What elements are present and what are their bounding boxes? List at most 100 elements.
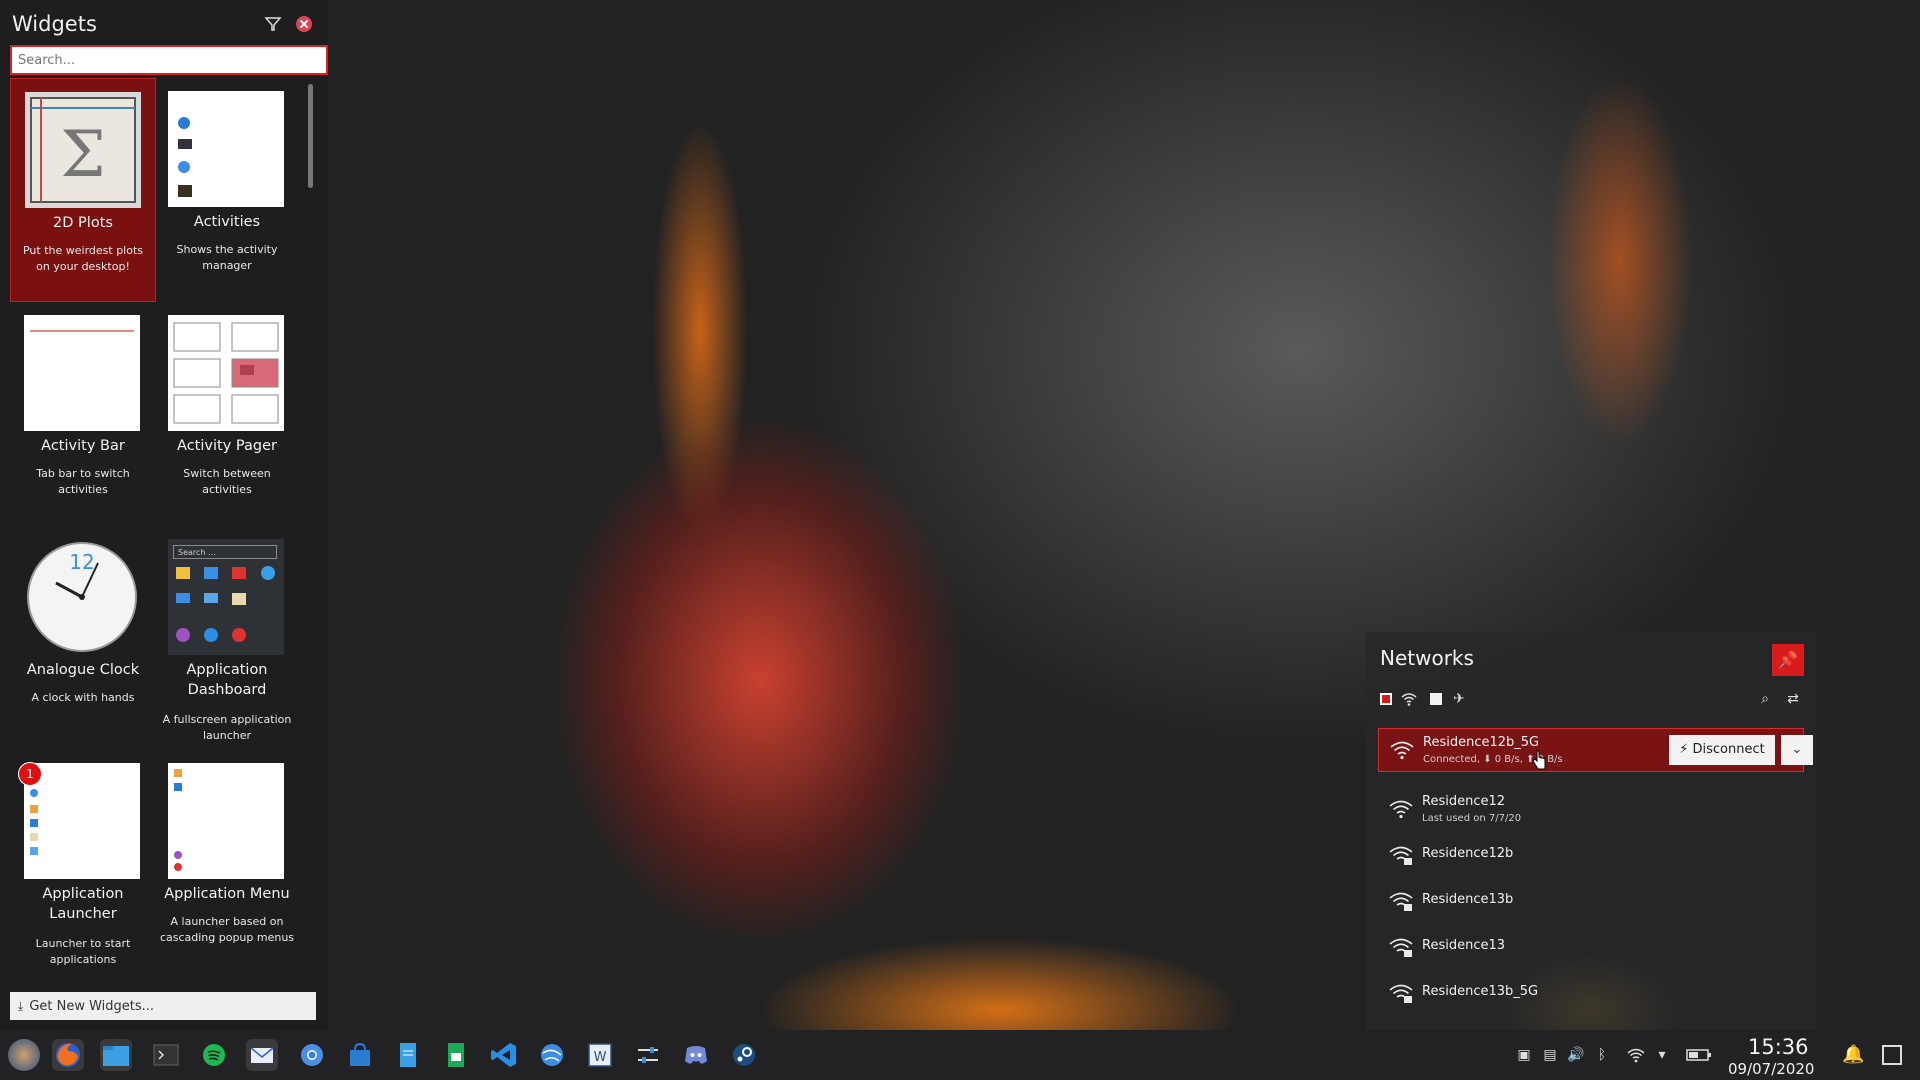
clock-icon: 12 — [27, 542, 137, 652]
widget-activity-pager[interactable]: Activity Pager Switch between activities — [154, 302, 300, 526]
thunderbird-icon[interactable] — [246, 1039, 278, 1071]
mobile-toggle-checkbox[interactable] — [1430, 693, 1442, 705]
chevron-down-icon[interactable]: ▾ — [1652, 1045, 1672, 1065]
2d-plots-thumbnail: Σ — [25, 92, 141, 208]
wifi-signal-icon — [1389, 800, 1413, 819]
writer-glyph: W — [588, 1043, 612, 1067]
bag-glyph — [350, 1042, 370, 1066]
firefox-icon[interactable] — [52, 1039, 84, 1071]
pin-icon[interactable]: 📌 — [1772, 644, 1804, 676]
close-icon[interactable] — [296, 16, 312, 32]
sliders-glyph — [638, 1047, 658, 1063]
application-launcher-thumbnail — [24, 763, 140, 879]
application-dashboard-thumbnail: Search ... — [168, 539, 284, 655]
vscode-icon[interactable] — [488, 1039, 520, 1071]
widget-desc: A clock with hands — [31, 691, 135, 704]
steam-icon[interactable] — [728, 1039, 760, 1071]
discover-icon[interactable] — [344, 1039, 376, 1071]
chevron-down-icon[interactable]: ⌄ — [1781, 735, 1813, 765]
network-item-residence13[interactable]: Residence13 — [1378, 926, 1804, 970]
menu-list-icon — [174, 769, 182, 871]
widget-name: Analogue Clock — [26, 662, 140, 678]
firefox-glyph — [56, 1043, 80, 1067]
svg-text:W: W — [594, 1050, 607, 1065]
globe-glyph — [541, 1044, 563, 1066]
libreoffice-calc-icon[interactable] — [440, 1039, 472, 1071]
discord-glyph — [685, 1046, 707, 1064]
wps-writer-icon[interactable]: W — [584, 1039, 616, 1071]
show-desktop-icon[interactable] — [1882, 1045, 1902, 1065]
airplane-mode-icon[interactable]: ✈ — [1450, 690, 1468, 708]
notification-badge: 1 — [18, 762, 42, 786]
discord-icon[interactable] — [680, 1039, 712, 1071]
activities-list-icon — [178, 117, 192, 197]
get-new-widgets-button[interactable]: ⤓ Get New Widgets... — [10, 992, 316, 1020]
vscode-glyph — [491, 1043, 516, 1067]
wired-toggle-checkbox[interactable] — [1380, 693, 1392, 705]
wifi-toggle-icon[interactable] — [1400, 690, 1418, 708]
bluetooth-icon[interactable]: ᛒ — [1592, 1045, 1612, 1065]
network-name: Residence12b — [1422, 846, 1514, 861]
widget-desc: Tab bar to switch activities — [36, 467, 130, 496]
system-settings-icon[interactable] — [632, 1039, 664, 1071]
widget-desc: A launcher based on cascading popup menu… — [159, 915, 295, 944]
battery-icon[interactable] — [1686, 1045, 1712, 1065]
filter-icon[interactable] — [264, 15, 282, 33]
wifi-locked-icon — [1389, 846, 1413, 865]
application-menu-thumbnail — [168, 763, 284, 879]
wifi-locked-icon — [1389, 938, 1413, 957]
settings-icon[interactable]: ⇄ — [1784, 690, 1802, 708]
spreadsheet-glyph — [448, 1043, 464, 1067]
activity-bar-icon — [30, 330, 134, 332]
disconnect-label: Disconnect — [1692, 742, 1765, 757]
activity-pager-icon — [173, 322, 279, 424]
kate-icon[interactable] — [392, 1039, 424, 1071]
scrollbar[interactable] — [308, 84, 313, 188]
clock-time[interactable]: 15:36 — [1748, 1035, 1809, 1059]
widgets-search-input[interactable] — [10, 45, 328, 75]
widget-application-dashboard[interactable]: Search ... Application Dashboard A fulls… — [154, 526, 300, 750]
widget-name: Application Dashboard — [186, 662, 268, 698]
steam-glyph — [733, 1044, 755, 1066]
wifi-locked-icon — [1389, 892, 1413, 911]
chromium-glyph — [301, 1044, 323, 1066]
launcher-list-icon — [30, 789, 38, 855]
network-item-residence12b-5g[interactable]: Residence12b_5G Connected, ⬇ 0 B/s, ⬆ 0 … — [1378, 728, 1813, 772]
notifications-bell-icon[interactable]: 🔔 — [1842, 1044, 1864, 1065]
browser-icon[interactable] — [536, 1039, 568, 1071]
clock-date[interactable]: 09/07/2020 — [1728, 1060, 1814, 1078]
wifi-tray-icon[interactable] — [1626, 1045, 1646, 1065]
widget-name: Application Launcher — [42, 886, 124, 922]
network-item-residence12[interactable]: Residence12 Last used on 7/7/20 — [1378, 788, 1804, 832]
network-status: Last used on 7/7/20 — [1422, 813, 1522, 824]
network-item-residence13b-5g[interactable]: Residence13b_5G — [1378, 972, 1804, 1016]
widget-2d-plots[interactable]: Σ 2D Plots Put the weirdest plots on you… — [10, 78, 156, 302]
widget-desc: Shows the activity manager — [176, 243, 278, 272]
search-icon[interactable]: ⌕ — [1756, 690, 1774, 708]
widget-application-menu[interactable]: Application Menu A launcher based on cas… — [154, 750, 300, 974]
widget-desc: A fullscreen application launcher — [162, 713, 292, 742]
network-item-residence12b[interactable]: Residence12b — [1378, 834, 1804, 878]
download-icon: ⤓ — [18, 999, 24, 1013]
widgets-title: Widgets — [12, 12, 97, 36]
widget-activities[interactable]: Activities Shows the activity manager — [154, 78, 300, 302]
networks-toolbar: ✈ ⌕ ⇄ — [1380, 688, 1802, 712]
disconnect-button[interactable]: ⚡ Disconnect — [1669, 735, 1775, 765]
chromium-icon[interactable] — [296, 1039, 328, 1071]
network-item-residence13b[interactable]: Residence13b — [1378, 880, 1804, 924]
wifi-locked-icon — [1389, 984, 1413, 1003]
network-name: Residence13 — [1422, 938, 1506, 953]
clipboard-icon[interactable]: ▣ — [1514, 1045, 1534, 1065]
spotify-icon[interactable] — [198, 1039, 230, 1071]
konsole-icon[interactable] — [150, 1039, 182, 1071]
widget-analogue-clock[interactable]: 12 Analogue Clock A clock with hands — [10, 526, 156, 750]
dolphin-icon[interactable] — [100, 1039, 132, 1071]
taskbar: W ▣ ▤ 🔊 ᛒ ▾ 15:36 09/07/2020 🔔 — [0, 1030, 1920, 1080]
folder-glyph — [103, 1046, 129, 1066]
volume-icon[interactable]: 🔊 — [1566, 1045, 1586, 1065]
get-new-widgets-label: Get New Widgets... — [29, 999, 155, 1014]
app-launcher-icon[interactable] — [8, 1039, 40, 1071]
widget-name: Activity Pager — [177, 438, 277, 454]
notes-icon[interactable]: ▤ — [1540, 1045, 1560, 1065]
widget-activity-bar[interactable]: Activity Bar Tab bar to switch activitie… — [10, 302, 156, 526]
